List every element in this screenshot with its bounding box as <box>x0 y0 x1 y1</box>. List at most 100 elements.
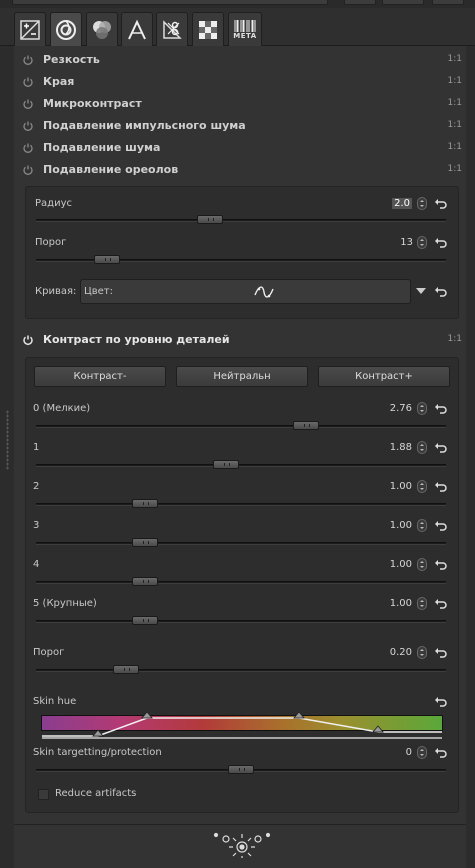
cbd-threshold-slider-thumb[interactable] <box>112 665 139 674</box>
level-3-value[interactable]: 1.00 <box>372 520 412 531</box>
tab-transform[interactable] <box>156 12 188 46</box>
tool-row-noise-reduction[interactable]: Подавление шума 1:1 <box>14 137 466 159</box>
power-icon[interactable] <box>22 76 34 88</box>
level-4-label: 4 <box>33 559 40 570</box>
contrast-minus-button[interactable]: Контраст- <box>34 366 166 387</box>
cbd-threshold-value[interactable]: 0.20 <box>372 647 412 658</box>
metadata-icon <box>234 19 256 32</box>
level-2-value[interactable]: 1.00 <box>372 481 412 492</box>
level-4-spinner[interactable] <box>417 558 427 571</box>
tool-title: Подавление импульсного шума <box>43 119 246 132</box>
tab-raw[interactable] <box>192 12 224 46</box>
tool-row-edges[interactable]: Края 1:1 <box>14 71 466 93</box>
exposure-icon <box>20 19 40 40</box>
zoom-badge: 1:1 <box>447 76 462 86</box>
power-icon[interactable] <box>22 98 34 110</box>
level-4-slider-thumb[interactable] <box>132 577 158 586</box>
tab-detail[interactable] <box>50 12 82 46</box>
reset-icon[interactable] <box>434 647 448 659</box>
level-5-value[interactable]: 1.00 <box>372 598 412 609</box>
level-3-slider-track[interactable] <box>36 542 446 545</box>
tool-row-sharpening[interactable]: Резкость 1:1 <box>14 49 466 71</box>
power-icon[interactable] <box>22 120 34 132</box>
level-1-spinner[interactable] <box>417 441 427 454</box>
zoom-badge: 1:1 <box>447 54 462 64</box>
skin-targetting-spinner[interactable] <box>417 746 427 759</box>
tool-row-contrast-by-detail[interactable]: Контраст по уровню деталей 1:1 <box>14 329 466 351</box>
neutral-button[interactable]: Нейтральн <box>176 366 308 387</box>
reset-icon[interactable] <box>434 696 448 708</box>
reset-icon[interactable] <box>434 747 448 759</box>
level-3-slider-thumb[interactable] <box>132 538 158 547</box>
threshold-spinner[interactable] <box>417 236 427 249</box>
resize-grip[interactable] <box>6 410 9 470</box>
reset-icon[interactable] <box>434 598 448 610</box>
threshold-value[interactable]: 13 <box>373 237 413 248</box>
top-strip-segment <box>382 0 424 5</box>
power-icon[interactable] <box>22 142 34 154</box>
level-5-slider-track[interactable] <box>36 620 446 623</box>
tool-title: Резкость <box>43 53 100 66</box>
level-0-slider-track[interactable] <box>36 425 446 428</box>
top-strip-segment <box>432 0 464 5</box>
level-1-slider-track[interactable] <box>36 464 446 467</box>
level-5-slider-thumb[interactable] <box>132 616 158 625</box>
tab-metadata[interactable]: META <box>228 12 262 46</box>
skin-targetting-value[interactable]: 0 <box>372 747 412 758</box>
tool-row-defringe[interactable]: Подавление ореолов 1:1 <box>14 159 466 181</box>
tab-color[interactable] <box>86 12 118 46</box>
right-panel-edge <box>466 46 475 868</box>
tool-row-microcontrast[interactable]: Микроконтраст 1:1 <box>14 93 466 115</box>
reset-icon[interactable] <box>434 559 448 571</box>
cbd-threshold-label: Порог <box>33 647 65 658</box>
radius-spinner[interactable] <box>417 197 427 210</box>
reset-icon[interactable] <box>434 520 448 532</box>
level-1-slider-thumb[interactable] <box>212 460 239 469</box>
level-4-value[interactable]: 1.00 <box>372 559 412 570</box>
power-icon[interactable] <box>22 164 34 176</box>
reduce-artifacts-checkbox[interactable] <box>38 789 49 800</box>
contrast-plus-button[interactable]: Контраст+ <box>318 366 450 387</box>
tab-advanced[interactable] <box>121 12 153 46</box>
level-0-spinner[interactable] <box>417 402 427 415</box>
reset-icon[interactable] <box>434 286 448 298</box>
radius-slider-thumb[interactable] <box>197 215 224 224</box>
level-2-spinner[interactable] <box>417 480 427 493</box>
level-0-value[interactable]: 2.76 <box>372 403 412 414</box>
skin-targetting-slider-thumb[interactable] <box>228 765 254 774</box>
panel-divider <box>14 824 466 825</box>
level-3-spinner[interactable] <box>417 519 427 532</box>
top-strip-segment <box>12 0 328 5</box>
power-icon[interactable] <box>22 334 34 346</box>
skin-hue-range-curve[interactable] <box>36 709 448 739</box>
tool-title: Края <box>43 75 75 88</box>
level-2-slider-thumb[interactable] <box>132 499 158 508</box>
tab-exposure[interactable] <box>14 12 46 46</box>
cbd-threshold-slider-track[interactable] <box>36 669 446 672</box>
level-4-slider-track[interactable] <box>36 581 446 584</box>
color-icon <box>93 20 111 39</box>
reset-icon[interactable] <box>434 237 448 249</box>
tool-title: Подавление ореолов <box>43 163 179 176</box>
tool-row-impulse-noise[interactable]: Подавление импульсного шума 1:1 <box>14 115 466 137</box>
advanced-icon <box>128 19 146 39</box>
threshold-slider-thumb[interactable] <box>93 255 120 264</box>
metadata-tab-label: META <box>233 31 257 40</box>
level-2-label: 2 <box>33 481 40 492</box>
reset-icon[interactable] <box>434 442 448 454</box>
ornament-icon <box>213 832 271 858</box>
reset-icon[interactable] <box>434 481 448 493</box>
power-icon[interactable] <box>22 54 34 66</box>
level-2-slider-track[interactable] <box>36 503 446 506</box>
curve-combo[interactable]: Цвет: <box>80 279 411 304</box>
skin-targetting-label: Skin targetting/protection <box>33 747 162 758</box>
reset-icon[interactable] <box>434 403 448 415</box>
radius-value[interactable]: 2.0 <box>372 198 412 209</box>
chevron-down-icon[interactable] <box>415 287 427 295</box>
level-1-value[interactable]: 1.88 <box>372 442 412 453</box>
level-5-spinner[interactable] <box>417 597 427 610</box>
radius-slider-track[interactable] <box>36 219 446 222</box>
cbd-threshold-spinner[interactable] <box>417 646 427 659</box>
reset-icon[interactable] <box>434 198 448 210</box>
level-0-slider-thumb[interactable] <box>293 421 320 430</box>
